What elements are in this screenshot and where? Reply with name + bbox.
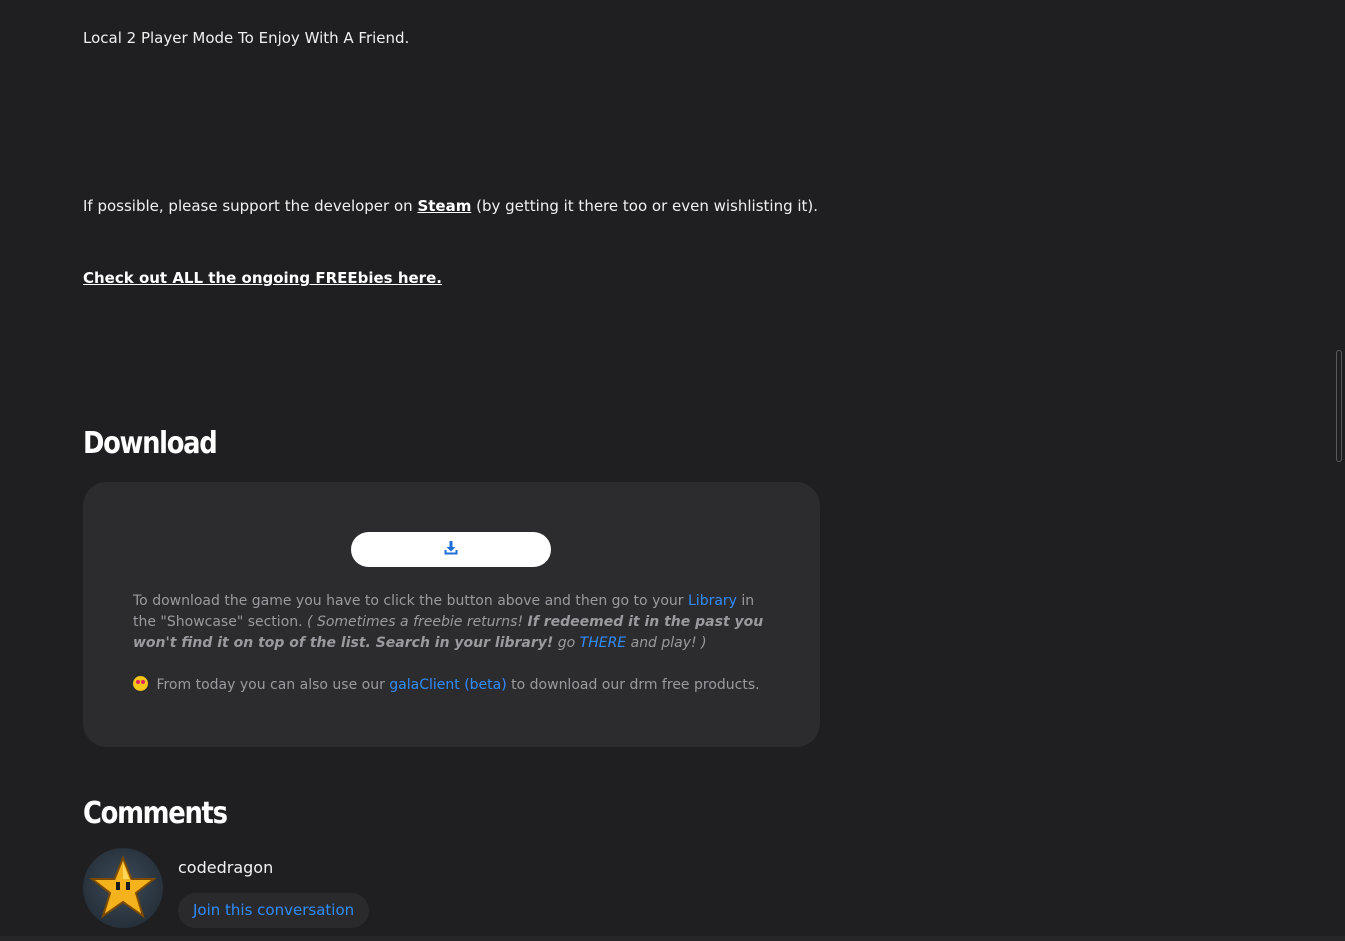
comment-username: codedragon: [178, 858, 274, 877]
galaclient-link[interactable]: galaClient (beta): [389, 677, 506, 693]
freebies-line: Check out ALL the ongoing FREEbies here.: [83, 268, 442, 288]
instructions-prefix: To download the game you have to click t…: [133, 593, 684, 609]
page: Local 2 Player Mode To Enjoy With A Frie…: [0, 0, 1345, 941]
star-struck-emoji-icon: [133, 676, 148, 691]
star-avatar-icon: [89, 855, 157, 919]
download-button[interactable]: [351, 532, 551, 567]
support-suffix: (by getting it there too or even wishlis…: [476, 197, 819, 215]
steam-link[interactable]: Steam: [417, 197, 471, 215]
avatar[interactable]: [83, 848, 163, 928]
galaclient-prefix: From today you can also use our: [156, 677, 385, 693]
play-text: and play! ): [630, 635, 707, 651]
join-conversation-button[interactable]: Join this conversation: [178, 893, 370, 928]
game-feature-line: Local 2 Player Mode To Enjoy With A Frie…: [83, 29, 410, 47]
support-developer-text: If possible, please support the develope…: [83, 196, 818, 216]
freebies-link[interactable]: Check out ALL the ongoing FREEbies here.: [83, 269, 442, 287]
download-instructions: To download the game you have to click t…: [133, 591, 773, 654]
download-heading: Download: [83, 426, 218, 461]
library-link[interactable]: Library: [688, 593, 737, 609]
download-icon: [443, 540, 459, 560]
galaclient-note: From today you can also use our galaClie…: [133, 675, 773, 696]
freebie-returns-note: ( Sometimes a freebie returns!: [307, 614, 524, 630]
go-text: go: [557, 635, 576, 651]
scrollbar-thumb[interactable]: [1336, 350, 1342, 462]
bottom-divider: [0, 936, 1345, 941]
download-card: To download the game you have to click t…: [83, 482, 820, 747]
there-link[interactable]: THERE: [580, 635, 627, 651]
support-prefix: If possible, please support the develope…: [83, 197, 413, 215]
galaclient-suffix: to download our drm free products.: [511, 677, 760, 693]
comments-heading: Comments: [83, 796, 228, 831]
